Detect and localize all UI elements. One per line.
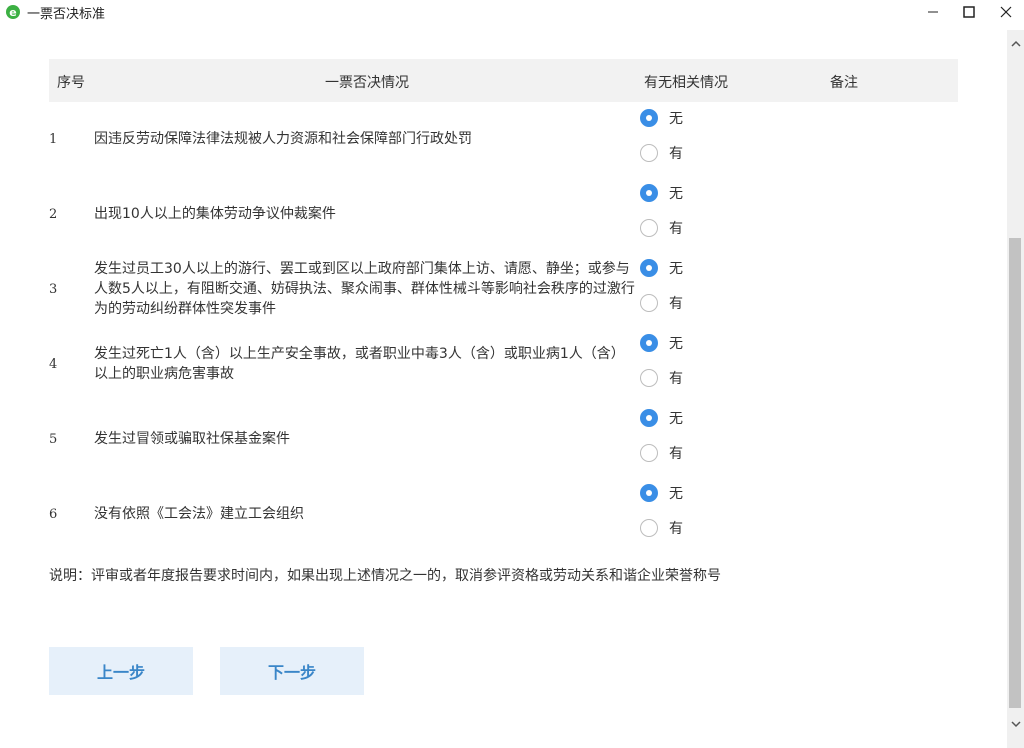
vertical-scrollbar[interactable] bbox=[1007, 30, 1024, 748]
row-description: 出现10人以上的集体劳动争议仲裁案件 bbox=[94, 206, 336, 222]
radio-checked-icon[interactable] bbox=[640, 184, 658, 202]
radio-label: 无 bbox=[669, 111, 683, 127]
row-description: 发生过员工30人以上的游行、罢工或到区以上政府部门集体上访、请愿、静坐；或参与人… bbox=[94, 261, 635, 317]
row-description: 发生过死亡1人（含）以上生产安全事故，或者职业中毒3人（含）或职业病1人（含）以… bbox=[94, 346, 625, 382]
radio-option-none[interactable]: 无 bbox=[640, 258, 683, 278]
radio-option-yes[interactable]: 有 bbox=[640, 368, 683, 388]
header-remark: 备注 bbox=[830, 75, 858, 91]
scrollbar-thumb[interactable] bbox=[1009, 238, 1021, 708]
window-title: 一票否决标准 bbox=[27, 7, 106, 22]
radio-unchecked-icon[interactable] bbox=[640, 369, 658, 387]
header-description: 一票否决情况 bbox=[325, 75, 409, 91]
table-row: 6 没有依照《工会法》建立工会组织 无 有 bbox=[49, 477, 958, 552]
scroll-down-button[interactable] bbox=[1007, 714, 1024, 734]
previous-step-button[interactable]: 上一步 bbox=[49, 647, 193, 695]
radio-unchecked-icon[interactable] bbox=[640, 144, 658, 162]
radio-label: 有 bbox=[669, 521, 683, 537]
radio-checked-icon[interactable] bbox=[640, 334, 658, 352]
radio-label: 有 bbox=[669, 146, 683, 162]
scroll-up-button[interactable] bbox=[1007, 34, 1024, 54]
radio-label: 无 bbox=[669, 186, 683, 202]
row-number: 6 bbox=[49, 507, 58, 522]
radio-unchecked-icon[interactable] bbox=[640, 219, 658, 237]
radio-option-none[interactable]: 无 bbox=[640, 108, 683, 128]
radio-checked-icon[interactable] bbox=[640, 409, 658, 427]
radio-option-yes[interactable]: 有 bbox=[640, 518, 683, 538]
minimize-button[interactable] bbox=[915, 0, 951, 24]
maximize-icon bbox=[963, 6, 975, 18]
table-row: 2 出现10人以上的集体劳动争议仲裁案件 无 有 bbox=[49, 177, 958, 252]
radio-label: 有 bbox=[669, 446, 683, 462]
radio-label: 有 bbox=[669, 296, 683, 312]
table-row: 5 发生过冒领或骗取社保基金案件 无 有 bbox=[49, 402, 958, 477]
radio-option-none[interactable]: 无 bbox=[640, 333, 683, 353]
radio-label: 无 bbox=[669, 411, 683, 427]
title-bar: e 一票否决标准 bbox=[0, 0, 1024, 26]
radio-option-none[interactable]: 无 bbox=[640, 483, 683, 503]
maximize-button[interactable] bbox=[951, 0, 987, 24]
row-number: 2 bbox=[49, 207, 58, 222]
header-status: 有无相关情况 bbox=[644, 75, 728, 91]
radio-unchecked-icon[interactable] bbox=[640, 519, 658, 537]
table-header: 序号 一票否决情况 有无相关情况 备注 bbox=[49, 59, 958, 102]
row-description: 发生过冒领或骗取社保基金案件 bbox=[94, 431, 290, 447]
close-icon bbox=[1000, 6, 1012, 18]
radio-option-yes[interactable]: 有 bbox=[640, 443, 683, 463]
header-no: 序号 bbox=[57, 75, 85, 91]
row-number: 5 bbox=[49, 432, 58, 447]
radio-unchecked-icon[interactable] bbox=[640, 294, 658, 312]
close-button[interactable] bbox=[988, 0, 1024, 24]
table-row: 1 因违反劳动保障法律法规被人力资源和社会保障部门行政处罚 无 有 bbox=[49, 102, 958, 177]
minimize-icon bbox=[928, 11, 938, 13]
radio-checked-icon[interactable] bbox=[640, 109, 658, 127]
browser-app-icon: e bbox=[6, 5, 20, 19]
radio-checked-icon[interactable] bbox=[640, 484, 658, 502]
row-description: 因违反劳动保障法律法规被人力资源和社会保障部门行政处罚 bbox=[94, 131, 472, 147]
radio-label: 有 bbox=[669, 221, 683, 237]
row-description: 没有依照《工会法》建立工会组织 bbox=[94, 506, 304, 522]
svg-text:e: e bbox=[9, 6, 16, 19]
row-number: 4 bbox=[49, 357, 58, 372]
chevron-down-icon bbox=[1010, 721, 1021, 728]
row-number: 1 bbox=[49, 132, 58, 147]
radio-unchecked-icon[interactable] bbox=[640, 444, 658, 462]
radio-option-none[interactable]: 无 bbox=[640, 183, 683, 203]
radio-label: 无 bbox=[669, 336, 683, 352]
row-number: 3 bbox=[49, 282, 58, 297]
radio-option-yes[interactable]: 有 bbox=[640, 218, 683, 238]
table-row: 4 发生过死亡1人（含）以上生产安全事故，或者职业中毒3人（含）或职业病1人（含… bbox=[49, 327, 958, 402]
radio-option-yes[interactable]: 有 bbox=[640, 293, 683, 313]
explanation-note: 说明：评审或者年度报告要求时间内，如果出现上述情况之一的，取消参评资格或劳动关系… bbox=[49, 568, 721, 584]
table-row: 3 发生过员工30人以上的游行、罢工或到区以上政府部门集体上访、请愿、静坐；或参… bbox=[49, 252, 958, 327]
chevron-up-icon bbox=[1010, 40, 1021, 47]
radio-checked-icon[interactable] bbox=[640, 259, 658, 277]
radio-label: 无 bbox=[669, 486, 683, 502]
next-step-button[interactable]: 下一步 bbox=[220, 647, 364, 695]
radio-option-none[interactable]: 无 bbox=[640, 408, 683, 428]
radio-option-yes[interactable]: 有 bbox=[640, 143, 683, 163]
radio-label: 有 bbox=[669, 371, 683, 387]
radio-label: 无 bbox=[669, 261, 683, 277]
